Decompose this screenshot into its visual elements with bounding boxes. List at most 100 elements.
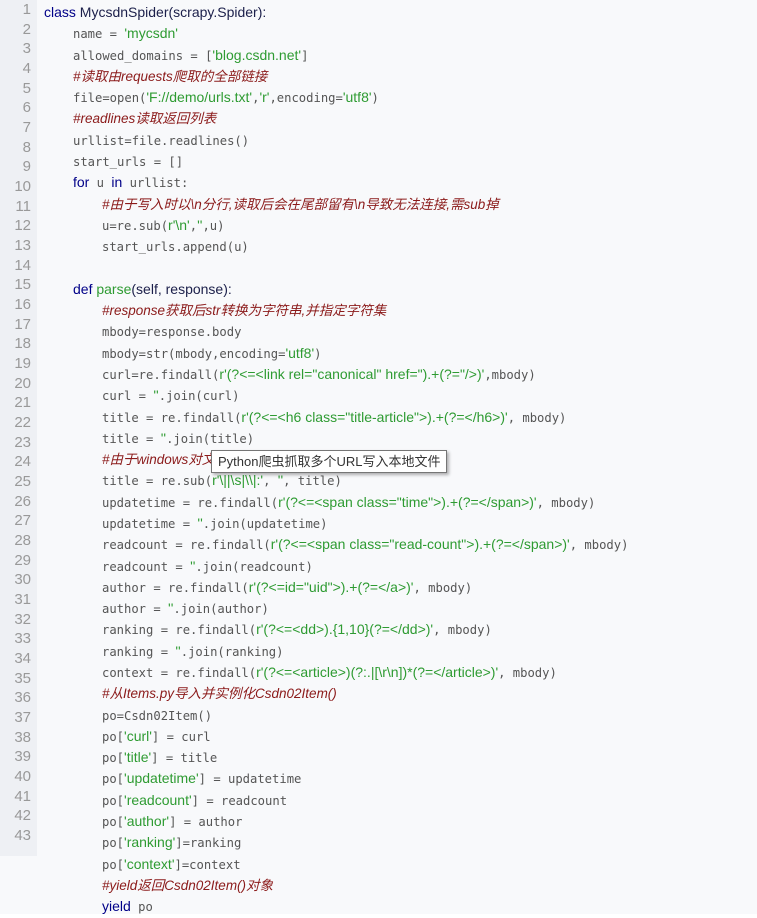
code-text: ) bbox=[314, 346, 322, 361]
string-literal: 'utf8' bbox=[342, 89, 372, 106]
code-text: .join(readcount) bbox=[195, 559, 313, 574]
code-text: MycsdnSpider(scrapy.Spider): bbox=[75, 4, 267, 20]
code-text: start_urls = [] bbox=[73, 155, 184, 170]
code-text: po[ bbox=[102, 729, 125, 744]
line-number: 13 bbox=[14, 237, 31, 255]
line-number: 40 bbox=[14, 768, 31, 786]
code-line: start_urls = [] bbox=[73, 151, 183, 172]
line-number: 38 bbox=[14, 728, 31, 746]
code-text: po[ bbox=[102, 836, 125, 851]
code-line: file=open('F://demo/urls.txt','r',encodi… bbox=[73, 87, 379, 108]
string-literal: 'ranking' bbox=[124, 834, 176, 851]
code-text: author = re.findall( bbox=[102, 580, 249, 595]
comment: #response获取后str转换为字符串,并指定字符集 bbox=[102, 303, 387, 319]
line-number: 10 bbox=[14, 178, 31, 196]
code-text: curl = bbox=[102, 389, 154, 404]
code-text: ]=ranking bbox=[175, 836, 242, 851]
code-text: (self, response): bbox=[131, 280, 232, 297]
tooltip: Python爬虫抓取多个URL写入本地文件 bbox=[211, 450, 448, 473]
line-number: 24 bbox=[14, 453, 31, 471]
code-text: mbody=response.body bbox=[102, 325, 242, 340]
code-text: readcount = bbox=[102, 559, 191, 574]
code-text: author = bbox=[102, 602, 169, 617]
code-text: title = re.findall( bbox=[102, 410, 242, 425]
comment: #由于写入时以\n分行,读取后会在尾部留有\n导致无法连接,需sub掉 bbox=[102, 196, 499, 212]
code-text: ] bbox=[301, 48, 309, 63]
code-line: urllist=file.readlines() bbox=[73, 130, 249, 151]
code-text: , mbody) bbox=[498, 665, 557, 680]
string-literal: r'(?<=<link rel="canonical" href=").+(?=… bbox=[219, 365, 485, 382]
code-line: po['ranking']=ranking bbox=[102, 832, 241, 853]
string-literal: r'(?<=<article>)(?:.|[\r\n])*(?=</articl… bbox=[256, 663, 499, 680]
code-line: po['curl'] = curl bbox=[102, 726, 211, 747]
code-text: , title) bbox=[283, 474, 342, 489]
code-text: .join(updatetime) bbox=[202, 516, 328, 531]
line-number: 16 bbox=[14, 296, 31, 314]
code-text: urllist: bbox=[122, 176, 189, 191]
code-text: ,u) bbox=[202, 218, 225, 233]
line-number: 25 bbox=[14, 473, 31, 491]
line-number: 1 bbox=[22, 1, 31, 18]
code-text: po[ bbox=[102, 772, 125, 787]
code-line: start_urls.append(u) bbox=[102, 236, 249, 257]
code-text: file=open( bbox=[73, 91, 147, 106]
string-literal: 'r' bbox=[259, 89, 270, 106]
line-number: 32 bbox=[14, 610, 31, 628]
line-number: 20 bbox=[14, 374, 31, 392]
line-number: 42 bbox=[14, 807, 31, 825]
code-line: #由于windows对文 bbox=[102, 449, 215, 470]
code-line: context = re.findall(r'(?<=<article>)(?:… bbox=[102, 662, 557, 683]
line-number: 21 bbox=[14, 394, 31, 412]
keyword: def bbox=[73, 280, 93, 297]
code-line: po['context']=context bbox=[102, 854, 241, 875]
string-literal: 'blog.csdn.net' bbox=[212, 46, 302, 63]
string-literal: 'utf8' bbox=[285, 344, 315, 361]
code-line: readcount = re.findall(r'(?<=<span class… bbox=[102, 534, 628, 555]
code-line: updatetime = ''.join(updatetime) bbox=[102, 513, 328, 534]
code-text: ] = curl bbox=[151, 729, 211, 744]
code-line: #从Items.py导入并实例化Csdn02Item() bbox=[102, 683, 337, 704]
line-number: 37 bbox=[14, 709, 31, 727]
code-text: ranking = bbox=[102, 644, 176, 659]
code-text: , bbox=[263, 474, 278, 489]
code-text: .join(ranking) bbox=[180, 644, 284, 659]
code-text: readcount = re.findall( bbox=[102, 538, 271, 553]
line-number: 31 bbox=[14, 591, 31, 609]
code-line: yield po bbox=[102, 896, 153, 917]
code-text: , mbody) bbox=[433, 623, 492, 638]
comment: #读取由requests爬取的全部链接 bbox=[73, 68, 268, 84]
code-text: name = bbox=[73, 27, 125, 42]
code-text: , mbody) bbox=[413, 580, 473, 595]
comment: #readlines读取返回列表 bbox=[73, 111, 217, 127]
line-number: 30 bbox=[14, 571, 31, 589]
code-line: updatetime = re.findall(r'(?<=<span clas… bbox=[102, 492, 595, 513]
string-literal: 'F://demo/urls.txt' bbox=[146, 89, 253, 106]
code-line: #读取由requests爬取的全部链接 bbox=[73, 66, 267, 87]
code-line: ranking = re.findall(r'(?<=<dd>).{1,10}(… bbox=[102, 619, 492, 640]
code-text: .join(author) bbox=[173, 602, 269, 617]
code-text: title = bbox=[102, 431, 161, 446]
line-number: 19 bbox=[14, 355, 31, 373]
comment: #由于windows对文 bbox=[102, 452, 216, 468]
line-number: 39 bbox=[14, 748, 31, 766]
code-block: 1 2 3 4 5 6 7 8 9 10 11 12 13 14 15 16 17 18 19 20 21 22 23 24 2… bbox=[0, 0, 757, 914]
string-literal: 'updatetime' bbox=[124, 770, 199, 787]
code-text: ] = updatetime bbox=[198, 772, 302, 787]
line-number: 41 bbox=[14, 787, 31, 805]
keyword: for bbox=[73, 174, 90, 191]
code-line: title = ''.join(title) bbox=[102, 428, 254, 449]
string-literal: 'mycsdn' bbox=[124, 25, 178, 42]
code-line: ranking = ''.join(ranking) bbox=[102, 641, 283, 662]
code-line: class MycsdnSpider(scrapy.Spider): bbox=[44, 2, 266, 23]
code-text: ranking = re.findall( bbox=[102, 623, 257, 638]
code-line: #由于写入时以\n分行,读取后会在尾部留有\n导致无法连接,需sub掉 bbox=[102, 194, 499, 215]
comment: #yield返回Csdn02Item()对象 bbox=[102, 877, 274, 893]
line-number: 14 bbox=[14, 256, 31, 274]
code-line: allowed_domains = ['blog.csdn.net'] bbox=[73, 45, 308, 66]
code-text: , mbody) bbox=[507, 410, 567, 425]
line-number: 28 bbox=[14, 532, 31, 550]
line-number: 33 bbox=[14, 630, 31, 648]
code-line: curl = ''.join(curl) bbox=[102, 385, 239, 406]
code-line: po['readcount'] = readcount bbox=[102, 790, 287, 811]
code-line: author = re.findall(r'(?<=id="uid">).+(?… bbox=[102, 577, 472, 598]
